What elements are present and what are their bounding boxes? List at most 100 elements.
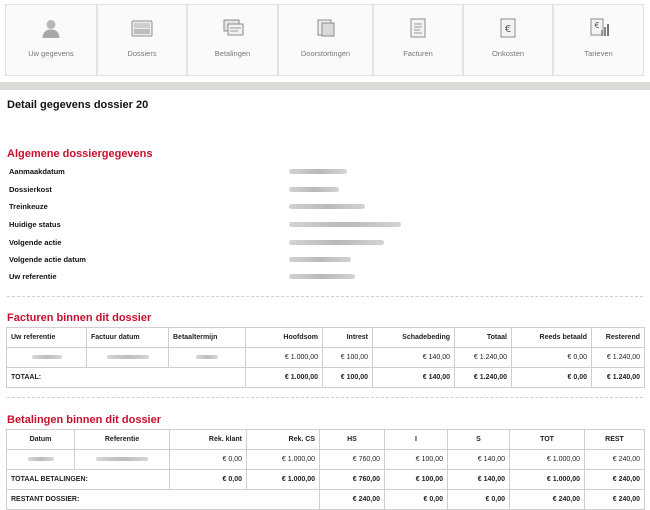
field-value-redacted xyxy=(289,274,355,279)
column-header: Schadebeding xyxy=(372,327,455,348)
total-cell: € 1.240,00 xyxy=(454,367,512,388)
total-label: TOTAAL: xyxy=(6,367,246,388)
user-icon xyxy=(40,17,62,39)
top-navigation: Uw gegevens Dossiers Betalingen Doorstor… xyxy=(0,0,650,80)
section-divider xyxy=(7,296,643,297)
table-rest-row: RESTANT DOSSIER: € 240,00 € 0,00 € 0,00 … xyxy=(6,489,645,510)
table-cell: € 1.240,00 xyxy=(591,347,645,368)
nav-item-label: Onkosten xyxy=(491,49,525,58)
column-header: S xyxy=(447,429,510,450)
invoices-section-title: Facturen binnen dit dossier xyxy=(7,312,152,324)
rest-cell: € 240,00 xyxy=(509,489,585,510)
cell-redacted xyxy=(6,347,87,368)
rest-label: RESTANT DOSSIER: xyxy=(6,489,320,510)
field-label-aanmaakdatum: Aanmaakdatum xyxy=(9,167,65,176)
nav-item-doorstortingen[interactable]: Doorstortingen xyxy=(278,4,373,76)
svg-text:€: € xyxy=(594,21,599,30)
field-value-redacted xyxy=(289,187,339,192)
column-header: TOT xyxy=(509,429,585,450)
column-header: Betaaltermijn xyxy=(168,327,246,348)
rest-cell: € 240,00 xyxy=(319,489,385,510)
column-header: Resterend xyxy=(591,327,645,348)
table-cell: € 240,00 xyxy=(584,449,645,470)
table-header-row: Uw referentie Factuur datum Betaaltermij… xyxy=(6,327,645,348)
table-cell: € 0,00 xyxy=(511,347,592,368)
nav-item-dossiers[interactable]: Dossiers xyxy=(97,4,187,76)
section-divider xyxy=(7,397,643,398)
dossiers-icon xyxy=(131,17,153,39)
total-label: TOTAAL BETALINGEN: xyxy=(6,469,170,490)
nav-item-tarieven[interactable]: € Tarieven xyxy=(553,4,644,76)
table-cell: € 100,00 xyxy=(384,449,448,470)
table-cell: € 100,00 xyxy=(322,347,373,368)
total-cell: € 760,00 xyxy=(319,469,385,490)
field-label-huidige-status: Huidige status xyxy=(9,220,61,229)
field-label-treinkeuze: Treinkeuze xyxy=(9,202,48,211)
field-label-dossierkost: Dossierkost xyxy=(9,185,52,194)
field-label-volgende-actie: Volgende actie xyxy=(9,238,62,247)
rest-cell: € 240,00 xyxy=(584,489,645,510)
total-cell: € 240,00 xyxy=(584,469,645,490)
nav-item-facturen[interactable]: Facturen xyxy=(373,4,463,76)
table-cell: € 760,00 xyxy=(319,449,385,470)
invoices-table: Uw referentie Factuur datum Betaaltermij… xyxy=(6,327,645,388)
total-cell: € 0,00 xyxy=(169,469,247,490)
rates-chart-icon: € xyxy=(588,17,610,39)
table-cell: € 1.000,00 xyxy=(246,449,320,470)
nav-item-label: Tarieven xyxy=(584,49,613,58)
invoices-icon xyxy=(407,17,429,39)
column-header: Datum xyxy=(6,429,75,450)
table-cell: € 140,00 xyxy=(372,347,455,368)
column-header: Factuur datum xyxy=(86,327,169,348)
total-cell: € 100,00 xyxy=(384,469,448,490)
nav-item-label: Betalingen xyxy=(214,49,251,58)
cell-redacted xyxy=(168,347,246,368)
rest-cell: € 0,00 xyxy=(447,489,510,510)
svg-text:€: € xyxy=(505,24,511,35)
column-header: I xyxy=(384,429,448,450)
field-label-uw-referentie: Uw referentie xyxy=(9,272,57,281)
table-cell: € 0,00 xyxy=(169,449,247,470)
total-cell: € 1.000,00 xyxy=(509,469,585,490)
transfers-icon xyxy=(315,17,337,39)
field-value-redacted xyxy=(289,240,384,245)
column-header: Hoofdsom xyxy=(245,327,323,348)
field-value-redacted xyxy=(289,257,351,262)
field-value-redacted xyxy=(289,204,365,209)
payments-table: Datum Referentie Rek. klant Rek. CS HS I… xyxy=(6,429,645,510)
field-value-redacted xyxy=(289,169,347,174)
column-header: HS xyxy=(319,429,385,450)
table-row[interactable]: € 1.000,00 € 100,00 € 140,00 € 1.240,00 … xyxy=(6,347,645,368)
field-value-redacted xyxy=(289,222,401,227)
column-header: REST xyxy=(584,429,645,450)
column-header: Intrest xyxy=(322,327,373,348)
header-divider xyxy=(0,82,650,90)
nav-item-label: Facturen xyxy=(403,49,433,58)
general-section-title: Algemene dossiergegevens xyxy=(7,148,153,160)
total-cell: € 1.000,00 xyxy=(245,367,323,388)
table-cell: € 1.000,00 xyxy=(245,347,323,368)
page-title: Detail gegevens dossier 20 xyxy=(7,99,149,111)
cell-redacted xyxy=(6,449,75,470)
cell-redacted xyxy=(74,449,170,470)
table-total-row: TOTAAL: € 1.000,00 € 100,00 € 140,00 € 1… xyxy=(6,367,645,388)
table-cell: € 1.000,00 xyxy=(509,449,585,470)
total-cell: € 1.240,00 xyxy=(591,367,645,388)
column-header: Rek. CS xyxy=(246,429,320,450)
nav-item-onkosten[interactable]: € Onkosten xyxy=(463,4,553,76)
table-total-row: TOTAAL BETALINGEN: € 0,00 € 1.000,00 € 7… xyxy=(6,469,645,490)
table-row[interactable]: € 0,00 € 1.000,00 € 760,00 € 100,00 € 14… xyxy=(6,449,645,470)
total-cell: € 140,00 xyxy=(447,469,510,490)
field-label-volgende-actie-datum: Volgende actie datum xyxy=(9,255,86,264)
total-cell: € 100,00 xyxy=(322,367,373,388)
total-cell: € 0,00 xyxy=(511,367,592,388)
table-header-row: Datum Referentie Rek. klant Rek. CS HS I… xyxy=(6,429,645,450)
nav-item-label: Doorstortingen xyxy=(300,49,351,58)
column-header: Uw referentie xyxy=(6,327,87,348)
cell-redacted xyxy=(86,347,169,368)
nav-item-uw-gegevens[interactable]: Uw gegevens xyxy=(5,4,97,76)
total-cell: € 140,00 xyxy=(372,367,455,388)
column-header: Totaal xyxy=(454,327,512,348)
nav-item-betalingen[interactable]: Betalingen xyxy=(187,4,278,76)
column-header: Reeds betaald xyxy=(511,327,592,348)
